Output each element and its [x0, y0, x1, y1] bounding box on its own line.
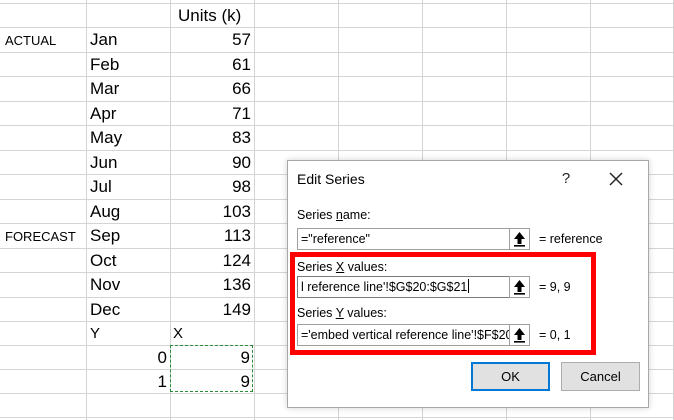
cancel-button[interactable]: Cancel	[561, 362, 640, 391]
units-cell[interactable]: 149	[170, 298, 251, 322]
units-header[interactable]: Units (k)	[178, 4, 241, 28]
month-cell[interactable]: Aug	[90, 200, 120, 224]
close-button[interactable]	[606, 169, 626, 189]
units-cell[interactable]: 83	[170, 126, 251, 150]
month-cell[interactable]: Jan	[90, 28, 117, 52]
series-name-input[interactable]: ="reference"	[297, 228, 510, 250]
units-cell[interactable]: 113	[170, 224, 251, 248]
edit-series-dialog: Edit Series ? Series name: ="reference" …	[287, 160, 649, 408]
range-selection-marquee	[170, 345, 253, 392]
month-cell[interactable]: Jun	[90, 151, 117, 175]
series-name-result: = reference	[539, 232, 603, 246]
actual-label[interactable]: ACTUAL	[5, 29, 56, 53]
units-cell[interactable]: 98	[170, 175, 251, 199]
collapse-dialog-icon	[514, 232, 525, 247]
series-name-ref-button[interactable]	[509, 228, 530, 250]
month-cell[interactable]: Jul	[90, 175, 112, 199]
units-cell[interactable]: 124	[170, 249, 251, 273]
month-cell[interactable]: Apr	[90, 102, 116, 126]
month-cell[interactable]: Feb	[90, 53, 119, 77]
help-button[interactable]: ?	[556, 169, 576, 189]
units-cell[interactable]: 90	[170, 151, 251, 175]
month-cell[interactable]: Dec	[90, 298, 120, 322]
ok-button[interactable]: OK	[471, 362, 550, 391]
month-cell[interactable]: Oct	[90, 249, 116, 273]
y-value-cell[interactable]: 0	[86, 346, 167, 370]
units-cell[interactable]: 66	[170, 77, 251, 101]
month-cell[interactable]: Mar	[90, 77, 119, 101]
column-divider	[254, 0, 255, 420]
units-cell[interactable]: 61	[170, 53, 251, 77]
series-name-label: Series name:	[297, 208, 371, 222]
y-value-cell[interactable]: 1	[86, 370, 167, 394]
units-cell[interactable]: 71	[170, 102, 251, 126]
row-divider	[0, 417, 674, 418]
units-cell[interactable]: 136	[170, 273, 251, 297]
forecast-label[interactable]: FORECAST	[5, 225, 76, 249]
month-cell[interactable]: May	[90, 126, 122, 150]
units-cell[interactable]: 57	[170, 28, 251, 52]
y-header[interactable]: Y	[90, 322, 100, 346]
month-cell[interactable]: Nov	[90, 273, 120, 297]
row-divider	[0, 3, 674, 4]
dialog-title: Edit Series	[297, 171, 365, 187]
x-header[interactable]: X	[173, 322, 183, 346]
month-cell[interactable]: Sep	[90, 224, 120, 248]
close-icon	[609, 172, 623, 186]
annotation-highlight-box	[290, 252, 596, 355]
units-cell[interactable]: 103	[170, 200, 251, 224]
